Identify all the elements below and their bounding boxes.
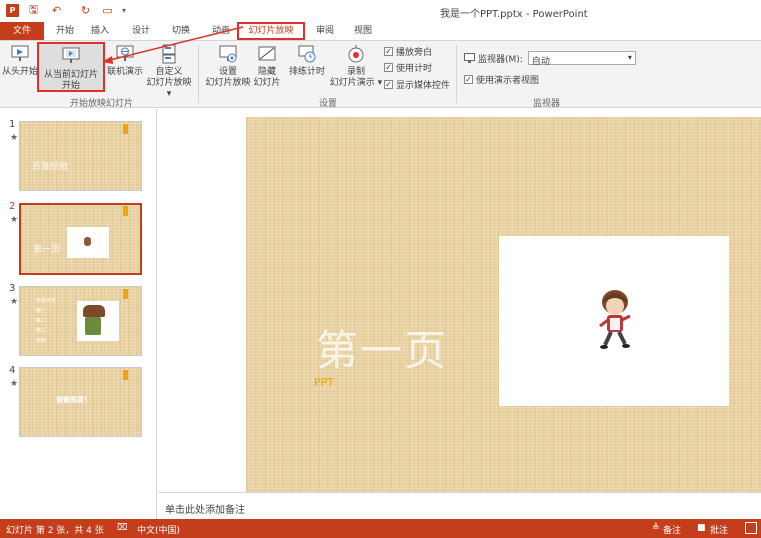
transition-star-icon: ★	[10, 133, 19, 143]
slide-thumbnail-3[interactable]: 音效大全 第一 第二 第三 第四	[19, 286, 142, 356]
language-status[interactable]: 中文(中国)	[137, 523, 180, 536]
setup-slideshow-button[interactable]: 设置 幻灯片放映	[204, 43, 252, 89]
slide-editor: 第一页 PPT	[158, 109, 761, 492]
title-bar: P 🖫 ↶ ↻ ▭ ▾ 我是一个PPT.pptx - PowerPoint	[0, 0, 761, 22]
from-beginning-button[interactable]: 从头开始	[1, 43, 39, 78]
ribbon-divider	[198, 45, 199, 103]
checkmark-icon: ✓	[384, 63, 393, 72]
character-icon	[84, 237, 91, 246]
notes-toggle-icon[interactable]: ≜	[652, 523, 660, 533]
online-present-icon	[116, 45, 134, 61]
current-slide[interactable]: 第一页 PPT	[246, 117, 761, 492]
group-label-start-slideshow: 开始放映幻灯片	[70, 99, 134, 109]
character-icon	[599, 290, 631, 349]
from-current-slide-button[interactable]: 从当前幻灯片 开始	[37, 42, 105, 92]
record-icon	[348, 45, 364, 63]
chevron-down-icon: ▾	[627, 53, 632, 62]
slide-title[interactable]: 第一页	[316, 317, 448, 378]
thumbnail-image	[77, 301, 119, 341]
powerpoint-logo-icon: P	[6, 4, 19, 17]
presenter-view-checkbox[interactable]: ✓ 使用演示者视图	[464, 73, 539, 86]
custom-slideshow-button[interactable]: 自定义 幻灯片放映 ▾	[143, 43, 195, 100]
orange-marker	[123, 124, 128, 134]
slide-thumbnail-pane: 1 ★ 百度经验 2 ★ 第一页 3 ★ 音效大全 第一 第二 第三 第四 4 …	[0, 109, 157, 519]
character-body	[85, 317, 101, 335]
thumbnail-image	[67, 227, 109, 258]
status-bar: 幻灯片 第 2 张，共 4 张 ⌧ 中文(中国) ≜ 备注 ■ 批注	[0, 519, 761, 538]
customize-arrow-icon[interactable]: ▾	[120, 4, 128, 17]
transition-star-icon: ★	[10, 215, 19, 225]
orange-marker	[123, 289, 128, 299]
comments-icon[interactable]: ■	[697, 523, 706, 533]
transition-star-icon: ★	[10, 297, 19, 307]
slide-thumbnail-4[interactable]: 谢谢观赏！	[19, 367, 142, 437]
comments-button[interactable]: 批注	[710, 523, 728, 536]
checkmark-icon: ✓	[384, 47, 393, 56]
tab-design[interactable]: 设计	[126, 22, 156, 40]
monitor-selector: 监视器(M): 自动 ▾	[464, 51, 636, 67]
slide-subtitle[interactable]: PPT	[314, 376, 334, 389]
checkmark-icon: ✓	[384, 80, 393, 89]
slide-thumbnail-1[interactable]: 百度经验	[19, 121, 142, 191]
notes-pane[interactable]: 单击此处添加备注	[158, 492, 761, 519]
monitor-icon	[464, 53, 475, 63]
slide-number: 2	[9, 201, 16, 212]
rehearse-timings-button[interactable]: 排练计时	[287, 43, 327, 78]
hide-slide-button[interactable]: 隐藏 幻灯片	[251, 43, 283, 89]
orange-marker	[123, 206, 128, 216]
transition-star-icon: ★	[10, 379, 19, 389]
group-label-setup: 设置	[319, 99, 338, 109]
tab-insert[interactable]: 插入	[85, 22, 115, 40]
custom-slideshow-icon	[162, 44, 176, 64]
from-current-slide-icon	[62, 47, 80, 63]
window-title: 我是一个PPT.pptx - PowerPoint	[440, 9, 588, 20]
redo-icon[interactable]: ↻	[79, 4, 92, 17]
orange-marker	[123, 370, 128, 380]
undo-icon[interactable]: ↶	[50, 4, 63, 17]
ribbon: 从头开始 从当前幻灯片 开始 联机演示 自定义 幻灯片放映 ▾ 开始放映幻灯片 …	[0, 26, 761, 109]
group-label-monitors: 监视器	[533, 99, 561, 109]
online-present-button[interactable]: 联机演示	[106, 43, 144, 78]
tab-slide-show[interactable]: 幻灯片放映	[237, 22, 305, 40]
record-slideshow-button[interactable]: 录制 幻灯片演示 ▾	[329, 43, 383, 89]
setup-slideshow-icon	[219, 45, 237, 63]
start-from-beginning-icon[interactable]: ▭	[101, 4, 114, 17]
normal-view-icon[interactable]	[745, 522, 757, 534]
rehearse-timings-icon	[298, 45, 316, 63]
use-timings-checkbox[interactable]: ✓ 使用计时	[384, 61, 432, 74]
slide-number: 3	[9, 283, 16, 294]
tab-home[interactable]: 开始	[50, 22, 80, 40]
slide-number: 1	[9, 119, 16, 130]
monitor-dropdown[interactable]: 自动 ▾	[527, 51, 636, 67]
tab-file[interactable]: 文件	[0, 22, 44, 40]
character-icon	[83, 305, 105, 317]
slide-image[interactable]	[499, 236, 729, 406]
notes-placeholder: 单击此处添加备注	[165, 505, 245, 516]
save-icon[interactable]: 🖫	[27, 3, 40, 17]
hide-slide-icon	[258, 46, 276, 61]
slide-number: 4	[9, 365, 16, 376]
slide-count-status: 幻灯片 第 2 张，共 4 张	[6, 526, 104, 536]
ribbon-divider	[456, 45, 457, 103]
tab-view[interactable]: 视图	[348, 22, 378, 40]
ribbon-tabs: 文件 开始 插入 设计 切换 动画 幻灯片放映 审阅 视图	[0, 22, 761, 40]
play-narrations-checkbox[interactable]: ✓ 播放旁白	[384, 45, 432, 58]
tab-animations[interactable]: 动画	[206, 22, 236, 40]
notes-toggle-button[interactable]: 备注	[663, 523, 681, 536]
show-media-controls-checkbox[interactable]: ✓ 显示媒体控件	[384, 78, 450, 91]
tab-review[interactable]: 审阅	[310, 22, 340, 40]
spelling-icon[interactable]: ⌧	[117, 523, 127, 533]
tab-transitions[interactable]: 切换	[166, 22, 196, 40]
slide-thumbnail-2[interactable]: 第一页	[19, 203, 142, 275]
from-beginning-icon	[11, 45, 29, 61]
checkmark-icon: ✓	[464, 75, 473, 84]
